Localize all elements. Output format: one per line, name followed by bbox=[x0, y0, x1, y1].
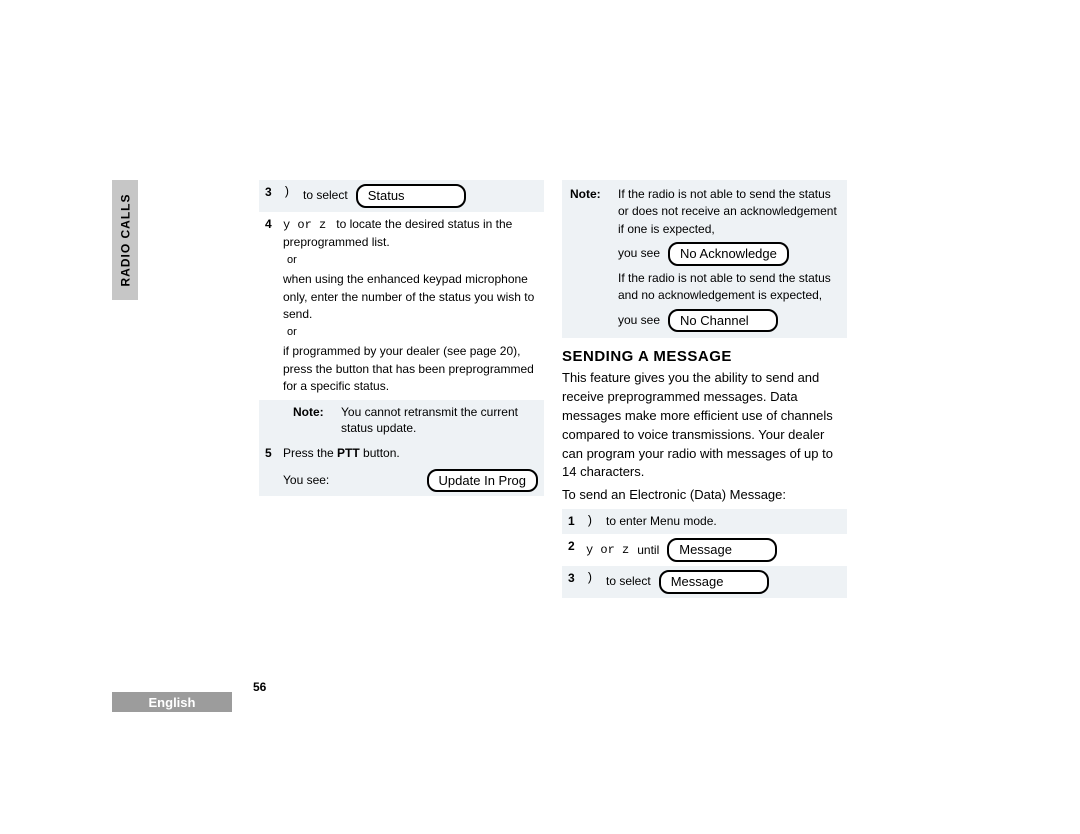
step-keys: y or z bbox=[586, 542, 629, 559]
or-separator: or bbox=[287, 253, 538, 269]
section-lead: To send an Electronic (Data) Message: bbox=[562, 486, 847, 505]
msg-step-1: 1 ) to enter Menu mode. bbox=[562, 509, 847, 534]
step-line: if programmed by your dealer (see page 2… bbox=[283, 343, 538, 395]
step-number: 4 bbox=[265, 216, 283, 233]
step-5: 5 Press the PTT button. You see: Update … bbox=[259, 441, 544, 496]
display-message: Message bbox=[667, 538, 777, 562]
page-number: 56 bbox=[253, 680, 266, 694]
display-no-acknowledge: No Acknowledge bbox=[668, 242, 789, 266]
you-see-label: you see bbox=[618, 245, 660, 262]
page-content: 3 ) to select Status 4 y or z to locate … bbox=[112, 180, 852, 700]
section-heading: SENDING A MESSAGE bbox=[562, 348, 847, 365]
display-status: Status bbox=[356, 184, 466, 208]
step-line: when using the enhanced keypad microphon… bbox=[283, 271, 538, 323]
step-number: 2 bbox=[568, 538, 586, 555]
note-line: If the radio is not able to send the sta… bbox=[618, 270, 839, 305]
step-action: to select bbox=[303, 187, 348, 204]
language-label: English bbox=[149, 695, 196, 710]
step-number: 3 bbox=[568, 570, 586, 587]
note-row: Note: You cannot retransmit the current … bbox=[259, 400, 544, 442]
note-line: If the radio is not able to send the sta… bbox=[618, 186, 839, 238]
right-column: Note: If the radio is not able to send t… bbox=[562, 180, 847, 598]
step-4: 4 y or z to locate the desired status in… bbox=[259, 212, 544, 400]
step-key: ) bbox=[586, 570, 606, 587]
step-keys: y or z bbox=[283, 218, 326, 232]
note-body: You cannot retransmit the current status… bbox=[341, 404, 538, 438]
section-paragraph: This feature gives you the ability to se… bbox=[562, 369, 847, 482]
you-see-label: You see: bbox=[283, 472, 329, 489]
msg-step-2: 2 y or z until Message bbox=[562, 534, 847, 566]
display-update-in-prog: Update In Prog bbox=[427, 469, 538, 493]
left-column: 3 ) to select Status 4 y or z to locate … bbox=[259, 180, 544, 496]
step-3: 3 ) to select Status bbox=[259, 180, 544, 212]
step-action: to select bbox=[606, 573, 651, 590]
display-no-channel: No Channel bbox=[668, 309, 778, 333]
note-label: Note: bbox=[570, 186, 608, 332]
language-tab: English bbox=[112, 692, 232, 712]
step-action: to enter Menu mode. bbox=[606, 513, 841, 530]
step-number: 5 bbox=[265, 445, 283, 462]
step-number: 1 bbox=[568, 513, 586, 530]
step-key: ) bbox=[586, 513, 606, 530]
step-text: Press the bbox=[283, 446, 337, 460]
step-text: button. bbox=[360, 446, 400, 460]
ptt-label: PTT bbox=[337, 446, 360, 460]
msg-step-3: 3 ) to select Message bbox=[562, 566, 847, 598]
note-label: Note: bbox=[293, 404, 331, 438]
display-message: Message bbox=[659, 570, 769, 594]
or-separator: or bbox=[287, 325, 538, 341]
step-number: 3 bbox=[265, 184, 283, 201]
step-until: until bbox=[637, 542, 659, 559]
note-box: Note: If the radio is not able to send t… bbox=[562, 180, 847, 338]
you-see-label: you see bbox=[618, 312, 660, 329]
step-key: ) bbox=[283, 184, 303, 201]
